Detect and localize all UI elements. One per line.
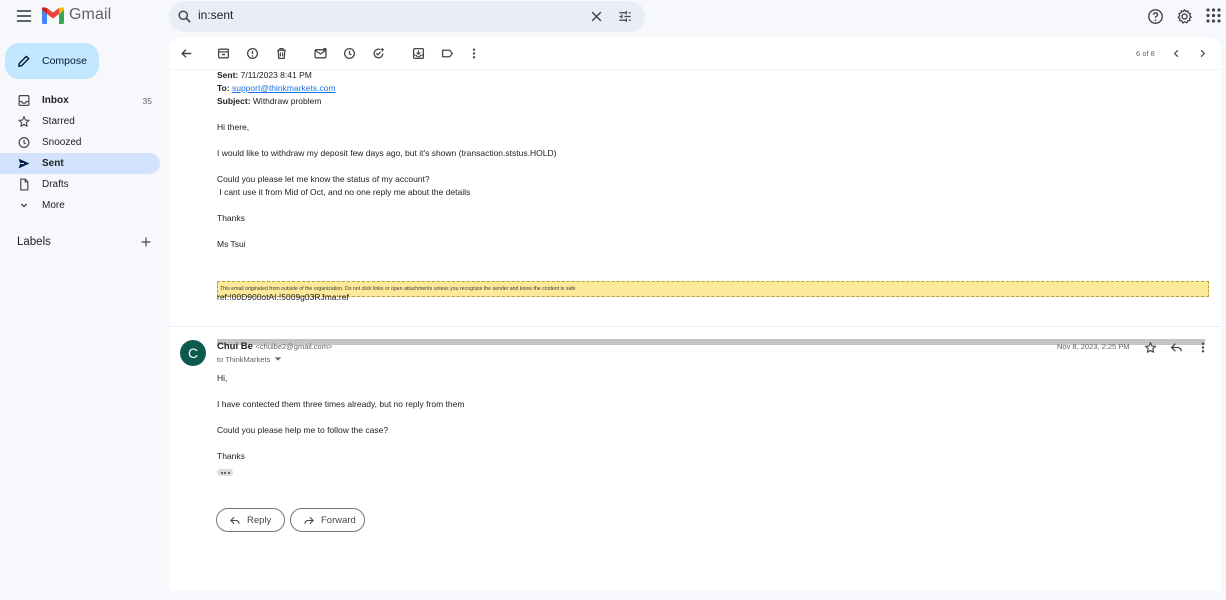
report-spam-icon[interactable]: [246, 47, 259, 60]
sidebar-item-drafts[interactable]: Drafts: [0, 174, 160, 195]
to-label: To:: [217, 83, 230, 93]
quoted-paragraph: I would like to withdraw my deposit few …: [217, 148, 557, 158]
main-menu-icon[interactable]: [14, 8, 34, 26]
inbox-icon: [18, 95, 30, 106]
sender-email: <chuibe2@gmail.com>: [255, 342, 333, 351]
show-trimmed-content-button[interactable]: [217, 469, 233, 476]
reply-icon[interactable]: [1170, 341, 1183, 354]
search-input[interactable]: [198, 8, 558, 22]
sidebar-item-label: Inbox: [42, 95, 69, 106]
gmail-logo[interactable]: Gmail: [42, 6, 111, 24]
draft-icon: [20, 178, 29, 191]
message-toolbar: 6 of 8: [169, 37, 1221, 70]
send-icon: [18, 158, 30, 169]
label-icon[interactable]: [441, 47, 454, 60]
sidebar-item-label: More: [42, 200, 65, 211]
more-vert-icon[interactable]: [470, 47, 478, 60]
forward-icon: [304, 516, 314, 524]
clear-search-icon[interactable]: [589, 9, 604, 24]
sidebar-item-label: Snoozed: [42, 137, 82, 148]
help-icon[interactable]: [1147, 8, 1164, 25]
back-arrow-icon[interactable]: [180, 47, 193, 60]
chevron-down-icon: [20, 203, 28, 208]
pencil-icon: [18, 55, 30, 67]
labels-heading: Labels: [17, 236, 51, 248]
clock-icon: [18, 137, 30, 148]
snooze-icon[interactable]: [343, 47, 356, 60]
star-icon[interactable]: [1144, 341, 1157, 354]
sidebar-item-label: Drafts: [42, 179, 69, 190]
quoted-paragraph: I cant use it from Mid of Oct, and no on…: [217, 187, 471, 197]
quoted-thanks: Thanks: [217, 213, 245, 223]
message-date: Nov 8, 2023, 2:25 PM: [1057, 342, 1130, 351]
reply-icon: [230, 516, 240, 524]
recipient-details[interactable]: to ThinkMarkets: [217, 355, 282, 364]
sent-value: 7/11/2023 8:41 PM: [240, 70, 312, 80]
create-label-icon[interactable]: [140, 236, 152, 248]
sent-line: Sent: 7/11/2023 8:41 PM: [217, 70, 312, 80]
compose-button[interactable]: Compose: [5, 43, 99, 79]
message-view: 6 of 8 Sent: 7/11/2023 8:41 PM To: suppo…: [169, 37, 1221, 591]
subject-line: Subject: Withdraw problem: [217, 96, 321, 106]
body-thanks: Thanks: [217, 451, 245, 461]
sidebar-item-more[interactable]: More: [0, 195, 160, 216]
subject-label: Subject:: [217, 96, 251, 106]
search-icon[interactable]: [177, 9, 192, 24]
forward-label: Forward: [321, 514, 356, 526]
gmail-wordmark: Gmail: [69, 6, 112, 23]
avatar[interactable]: C: [180, 340, 206, 366]
quoted-signature: Ms Tsui: [217, 239, 246, 249]
forward-button[interactable]: Forward: [290, 508, 365, 532]
sender-line: Chui Be <chuibe2@gmail.com>: [217, 341, 332, 352]
message-divider: [169, 326, 1221, 327]
reply-button[interactable]: Reply: [216, 508, 285, 532]
sidebar-item-sent[interactable]: Sent: [0, 153, 160, 174]
quoted-paragraph: Could you please let me know the status …: [217, 174, 430, 184]
star-icon: [18, 116, 30, 127]
search-bar: [169, 1, 645, 32]
archive-icon[interactable]: [217, 47, 230, 60]
search-options-icon[interactable]: [617, 9, 633, 24]
sidebar-nav: Inbox 35 Starred Snoozed Sent Drafts Mor…: [0, 90, 160, 216]
dropdown-arrow-icon: [275, 357, 282, 361]
compose-label: Compose: [42, 55, 87, 67]
top-bar: Gmail: [0, 0, 1226, 34]
sidebar-item-snoozed[interactable]: Snoozed: [0, 132, 160, 153]
settings-icon[interactable]: [1176, 8, 1193, 25]
body-paragraph: I have contected them three times alread…: [217, 399, 465, 409]
unread-count: 35: [142, 96, 152, 106]
newer-chevron-icon[interactable]: [1171, 47, 1182, 60]
older-chevron-icon[interactable]: [1197, 47, 1208, 60]
sidebar-item-label: Sent: [42, 158, 64, 169]
sidebar-item-label: Starred: [42, 116, 75, 127]
to-line: To: support@thinkmarkets.com: [217, 83, 336, 93]
gmail-m-icon: [42, 6, 64, 24]
move-to-icon[interactable]: [412, 47, 425, 60]
sender-name[interactable]: Chui Be: [217, 341, 253, 352]
external-email-warning: This email originated from outside of th…: [217, 281, 1209, 297]
sidebar-item-starred[interactable]: Starred: [0, 111, 160, 132]
body-greeting: Hi,: [217, 373, 228, 383]
mark-unread-icon[interactable]: [314, 47, 327, 60]
recipient-text: to ThinkMarkets: [217, 355, 271, 364]
pagination-text: 6 of 8: [1136, 49, 1155, 58]
to-email-link[interactable]: support@thinkmarkets.com: [232, 83, 336, 93]
more-vert-icon[interactable]: [1199, 341, 1207, 354]
quoted-greeting: Hi there,: [217, 122, 250, 132]
sidebar-item-inbox[interactable]: Inbox 35: [0, 90, 160, 111]
subject-value: Withdraw problem: [252, 96, 322, 106]
reference-code: ref:!00D900otAI.!5009g03RJma:ref: [217, 292, 349, 302]
delete-icon[interactable]: [275, 47, 288, 60]
reply-label: Reply: [247, 514, 272, 526]
apps-icon[interactable]: [1206, 8, 1221, 23]
add-task-icon[interactable]: [372, 47, 385, 60]
body-paragraph: Could you please help me to follow the c…: [217, 425, 389, 435]
sent-label: Sent:: [217, 70, 239, 80]
